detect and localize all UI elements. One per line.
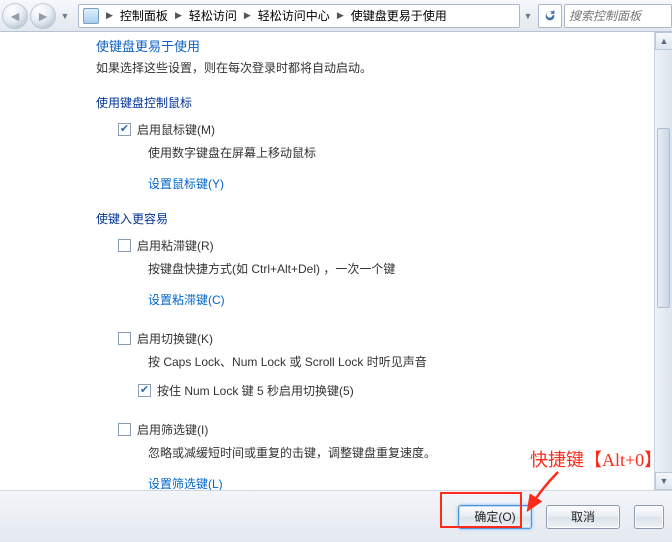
dialog-button-bar: 确定(O) 取消 (0, 490, 672, 542)
checkbox-icon (118, 123, 131, 136)
nav-buttons: ◄ ► ▼ (2, 3, 72, 29)
checkbox-label: 启用鼠标键(M) (137, 121, 215, 138)
breadcrumb-dropdown[interactable]: ▼ (520, 3, 536, 29)
forward-icon: ► (36, 8, 50, 24)
refresh-icon (543, 9, 557, 23)
chevron-right-icon: ▶ (241, 10, 254, 21)
breadcrumb-item[interactable]: 轻松访问 (187, 5, 239, 26)
checkbox-label: 启用筛选键(I) (137, 421, 208, 438)
chevron-right-icon: ▶ (103, 10, 116, 21)
page-subtitle: 如果选择这些设置，则在每次登录时都将自动启动。 (96, 59, 642, 76)
section-heading-mousekeys: 使用键盘控制鼠标 (96, 94, 642, 111)
annotation-text: 快捷键【Alt+0】 (530, 446, 662, 472)
chevron-right-icon: ▶ (334, 10, 347, 21)
chevron-right-icon: ▶ (172, 10, 185, 21)
scroll-up-button[interactable]: ▲ (655, 32, 672, 50)
back-icon: ◄ (8, 8, 22, 24)
scroll-down-button[interactable]: ▼ (655, 472, 672, 490)
checkbox-icon (118, 423, 131, 436)
section-heading-typing: 使键入更容易 (96, 210, 642, 227)
stickykeys-settings-link[interactable]: 设置粘滞键(C) (148, 291, 225, 308)
mousekeys-desc: 使用数字键盘在屏幕上移动鼠标 (148, 144, 642, 161)
checkbox-label: 启用切换键(K) (137, 330, 213, 347)
enable-stickykeys-checkbox[interactable]: 启用粘滞键(R) (118, 237, 642, 254)
address-bar: ◄ ► ▼ ▶ 控制面板 ▶ 轻松访问 ▶ 轻松访问中心 ▶ 使键盘更易于使用 … (0, 0, 672, 32)
breadcrumb-item[interactable]: 轻松访问中心 (256, 5, 332, 26)
checkbox-icon (118, 332, 131, 345)
ok-button[interactable]: 确定(O) (458, 505, 532, 529)
history-dropdown[interactable]: ▼ (58, 3, 72, 29)
scroll-thumb[interactable] (657, 128, 670, 308)
apply-button-clipped[interactable] (634, 505, 664, 529)
search-input[interactable] (565, 5, 671, 27)
togglekeys-desc: 按 Caps Lock、Num Lock 或 Scroll Lock 时听见声音 (148, 353, 642, 370)
content-area: 使键盘更易于使用 如果选择这些设置，则在每次登录时都将自动启动。 使用键盘控制鼠… (0, 32, 672, 542)
checkbox-label: 按住 Num Lock 键 5 秒启用切换键(5) (157, 382, 354, 399)
enable-filterkeys-checkbox[interactable]: 启用筛选键(I) (118, 421, 642, 438)
enable-mousekeys-checkbox[interactable]: 启用鼠标键(M) (118, 121, 642, 138)
vertical-scrollbar[interactable]: ▲ ▼ (654, 32, 672, 490)
refresh-button[interactable] (538, 4, 562, 28)
forward-button[interactable]: ► (30, 3, 56, 29)
breadcrumb[interactable]: ▶ 控制面板 ▶ 轻松访问 ▶ 轻松访问中心 ▶ 使键盘更易于使用 (78, 4, 520, 28)
control-panel-icon (83, 8, 99, 24)
stickykeys-desc: 按键盘快捷方式(如 Ctrl+Alt+Del) ，一次一个键 (148, 260, 642, 277)
mousekeys-settings-link[interactable]: 设置鼠标键(Y) (148, 175, 224, 192)
hold-numlock-checkbox[interactable]: 按住 Num Lock 键 5 秒启用切换键(5) (138, 382, 642, 399)
settings-pane: 使键盘更易于使用 如果选择这些设置，则在每次登录时都将自动启动。 使用键盘控制鼠… (0, 32, 654, 490)
breadcrumb-item[interactable]: 控制面板 (118, 5, 170, 26)
enable-togglekeys-checkbox[interactable]: 启用切换键(K) (118, 330, 642, 347)
page-title: 使键盘更易于使用 (96, 36, 642, 55)
search-box[interactable] (564, 4, 672, 28)
filterkeys-settings-link[interactable]: 设置筛选键(L) (148, 475, 223, 490)
checkbox-label: 启用粘滞键(R) (137, 237, 214, 254)
back-button[interactable]: ◄ (2, 3, 28, 29)
checkbox-icon (118, 239, 131, 252)
cancel-button[interactable]: 取消 (546, 505, 620, 529)
checkbox-icon (138, 384, 151, 397)
breadcrumb-item[interactable]: 使键盘更易于使用 (349, 5, 449, 26)
